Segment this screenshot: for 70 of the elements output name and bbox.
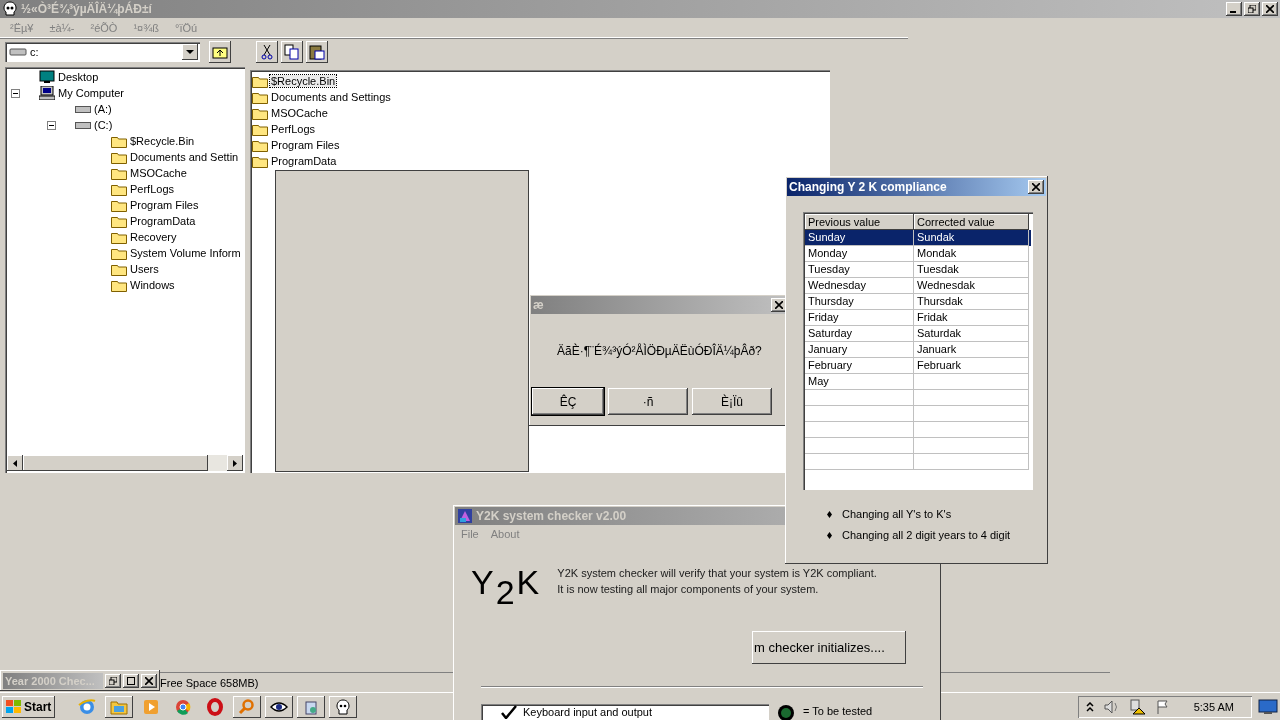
folder-name[interactable]: $Recycle.Bin bbox=[270, 75, 337, 87]
table-cell: January bbox=[805, 342, 914, 358]
table-row[interactable]: Wednesday Wednesdak bbox=[805, 278, 1031, 294]
tree-item[interactable]: Program Files bbox=[127, 199, 199, 211]
dialog-title: æ bbox=[533, 298, 544, 312]
table-cell: Mondak bbox=[914, 246, 1029, 262]
status-button[interactable]: m checker initializes.... bbox=[752, 631, 906, 664]
column-header[interactable]: Corrected value bbox=[914, 214, 1029, 230]
table-cell: Januark bbox=[914, 342, 1029, 358]
folder-name[interactable]: MSOCache bbox=[270, 107, 329, 119]
tree-item[interactable]: $Recycle.Bin bbox=[127, 135, 195, 147]
dialog-button[interactable]: ÊÇ bbox=[532, 388, 604, 415]
start-button[interactable]: Start bbox=[2, 695, 56, 718]
column-header[interactable]: Previous value bbox=[805, 214, 914, 230]
folder-name[interactable]: PerfLogs bbox=[270, 123, 317, 135]
tree-item[interactable]: Users bbox=[127, 263, 159, 275]
folder-name[interactable]: Documents and Settings bbox=[270, 91, 392, 103]
dialog-button[interactable]: È¡Ïû bbox=[692, 388, 772, 415]
table-row[interactable]: Tuesday Tuesdak bbox=[805, 262, 1031, 278]
note-text: Changing all 2 digit years to 4 digit bbox=[842, 529, 1011, 541]
table-cell: Thursdak bbox=[914, 294, 1029, 310]
note-text: Changing all Y's to K's bbox=[842, 508, 952, 520]
table-cell: May bbox=[805, 374, 914, 390]
table-cell: Wednesdak bbox=[914, 278, 1029, 294]
table-row[interactable]: Saturday Saturdak bbox=[805, 326, 1031, 342]
table-cell: Friday bbox=[805, 310, 914, 326]
table-cell: Tuesdak bbox=[914, 262, 1029, 278]
table-row[interactable]: Friday Fridak bbox=[805, 310, 1031, 326]
table-row[interactable]: February Februark bbox=[805, 358, 1031, 374]
dialog-title: Changing Y 2 K compliance bbox=[789, 180, 947, 194]
tree-item[interactable]: PerfLogs bbox=[127, 183, 175, 195]
tree-item[interactable]: Desktop bbox=[55, 71, 99, 83]
table-cell: Thursday bbox=[805, 294, 914, 310]
tree-item[interactable]: Documents and Settin bbox=[127, 151, 239, 163]
window-title: ½«Ò³É¾³ýµÄÎÄ¼þÁÐ±í bbox=[21, 2, 152, 16]
table-row[interactable]: January Januark bbox=[805, 342, 1031, 358]
table-cell: Sundak bbox=[914, 230, 1029, 246]
tree-item[interactable]: ProgramData bbox=[127, 215, 196, 227]
description-text: Y2K system checker will verify that your system is Y2K compliant. bbox=[557, 566, 877, 581]
window-title: Y2K system checker v2.00 bbox=[476, 509, 627, 523]
tree-item[interactable]: Recovery bbox=[127, 231, 177, 243]
table-row[interactable]: Monday Mondak bbox=[805, 246, 1031, 262]
table-cell: Februark bbox=[914, 358, 1029, 374]
table-cell: Saturday bbox=[805, 326, 914, 342]
legend-text: = To be tested bbox=[803, 705, 873, 717]
folder-name[interactable]: Program Files bbox=[270, 139, 341, 151]
folder-name[interactable]: ProgramData bbox=[270, 155, 338, 167]
free-space-text: Free Space 658MB) bbox=[160, 676, 259, 689]
tree-item[interactable]: MSOCache bbox=[127, 167, 187, 179]
tree-item[interactable]: My Computer bbox=[55, 87, 125, 99]
table-cell: Sunday bbox=[805, 230, 914, 246]
table-cell: Fridak bbox=[914, 310, 1029, 326]
tree-item[interactable]: (C:) bbox=[91, 119, 113, 131]
dialog-button[interactable]: ·ñ bbox=[608, 388, 688, 415]
tree-item[interactable]: System Volume Inform bbox=[127, 247, 241, 259]
table-cell: Monday bbox=[805, 246, 914, 262]
table-cell: Tuesday bbox=[805, 262, 914, 278]
table-cell: Wednesday bbox=[805, 278, 914, 294]
tree-item[interactable]: (A:) bbox=[91, 103, 112, 115]
drive-select[interactable]: c: bbox=[5, 42, 200, 62]
test-item: Keyboard input and output bbox=[523, 706, 653, 718]
description-text: It is now testing all major components of your system. bbox=[557, 582, 820, 597]
table-cell: Saturdak bbox=[914, 326, 1029, 342]
dialog-message: ÄãÈ·¶¨É¾³ýÓ²ÅÌÖÐµÄËùÓÐÎÄ¼þÂð? bbox=[557, 344, 763, 358]
table-row[interactable]: Thursday Thursdak bbox=[805, 294, 1031, 310]
tree-item[interactable]: Windows bbox=[127, 279, 175, 291]
clock[interactable]: 5:35 AM bbox=[1193, 700, 1234, 713]
table-row[interactable]: Sunday Sundak bbox=[805, 230, 1031, 246]
table-row[interactable]: May bbox=[805, 374, 1031, 390]
table-cell: February bbox=[805, 358, 914, 374]
